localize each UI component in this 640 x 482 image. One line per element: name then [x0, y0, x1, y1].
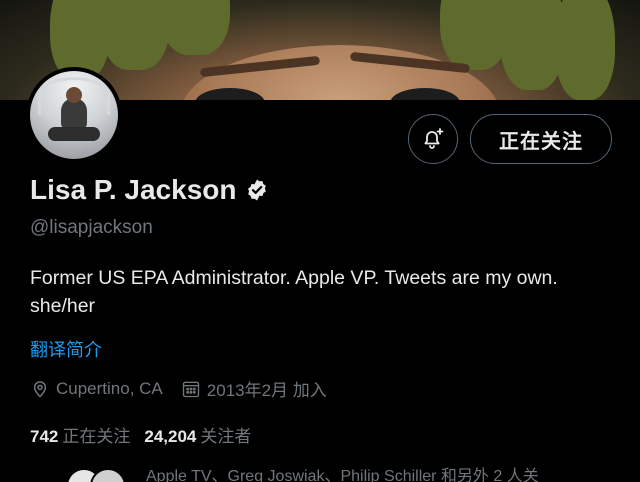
verified-badge-icon[interactable] — [245, 178, 269, 202]
location-pin-icon — [33, 380, 47, 398]
followers-label: 关注者 — [200, 427, 252, 446]
avatar-head — [66, 87, 82, 103]
following-label: 正在关注 — [62, 427, 131, 446]
following-stat[interactable]: 742 正在关注 — [30, 422, 130, 447]
name-row: Lisa P. Jackson — [30, 174, 269, 206]
location-text: Cupertino, CA — [56, 378, 163, 398]
display-name: Lisa P. Jackson — [30, 174, 237, 205]
avatar-person — [61, 99, 87, 129]
followers-stat[interactable]: 24,204 关注者 — [144, 422, 251, 447]
joined-text: 2013年2月 加入 — [206, 381, 327, 400]
calendar-icon — [182, 381, 199, 397]
followers-count: 24,204 — [144, 427, 197, 446]
followed-by-row[interactable]: Apple TV、Greg Joswiak、Philip Schiller 和另… — [30, 462, 640, 482]
avatar — [90, 468, 126, 482]
follow-stats: 742 正在关注 24,204 关注者 — [30, 422, 265, 447]
profile-bio: Former US EPA Administrator. Apple VP. T… — [30, 267, 558, 317]
notifications-button[interactable] — [408, 114, 458, 164]
profile-meta: Cupertino, CA 2013年2月 加入 — [30, 376, 345, 401]
following-button[interactable]: 正在关注 — [470, 114, 612, 164]
joined-item: 2013年2月 加入 — [181, 376, 327, 401]
avatar-photo — [30, 71, 118, 159]
followed-by-text: Apple TV、Greg Joswiak、Philip Schiller 和另… — [146, 468, 539, 482]
banner-hair — [555, 0, 615, 100]
bell-plus-icon — [424, 128, 444, 149]
followed-by-avatars — [30, 462, 140, 482]
following-count: 742 — [30, 427, 59, 446]
profile-avatar[interactable] — [26, 67, 122, 163]
banner-hair — [160, 0, 230, 55]
location-item: Cupertino, CA — [30, 379, 163, 399]
avatar-legs — [48, 127, 100, 141]
translate-bio-link[interactable]: 翻译简介 — [30, 336, 102, 362]
user-handle: @lisapjackson — [30, 217, 153, 238]
